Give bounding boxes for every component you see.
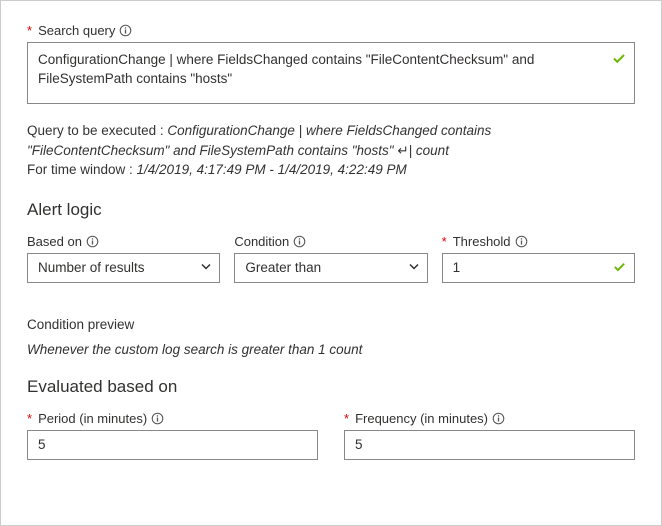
frequency-input[interactable] <box>344 430 635 460</box>
period-label-text: Period (in minutes) <box>38 411 147 426</box>
time-window-prefix: For time window : <box>27 162 137 177</box>
threshold-label: * Threshold <box>442 234 635 249</box>
condition-label: Condition <box>234 234 427 249</box>
evaluated-row: * Period (in minutes) * Frequency (in mi… <box>27 411 635 460</box>
condition-preview-label: Condition preview <box>27 317 635 332</box>
time-window-value: 1/4/2019, 4:17:49 PM - 1/4/2019, 4:22:49… <box>137 162 407 177</box>
search-query-label: * Search query <box>27 23 635 38</box>
frequency-label-text: Frequency (in minutes) <box>355 411 488 426</box>
required-asterisk: * <box>27 411 32 426</box>
checkmark-icon <box>611 50 627 69</box>
search-query-label-text: Search query <box>38 23 115 38</box>
alert-logic-heading: Alert logic <box>27 200 635 220</box>
based-on-select[interactable]: Number of results <box>27 253 220 283</box>
threshold-label-text: Threshold <box>453 234 511 249</box>
search-query-field-wrap: ConfigurationChange | where FieldsChange… <box>27 42 635 107</box>
required-asterisk: * <box>27 23 32 38</box>
threshold-input[interactable] <box>442 253 635 283</box>
query-preview-prefix: Query to be executed : <box>27 123 167 138</box>
query-execution-preview: Query to be executed : ConfigurationChan… <box>27 121 635 180</box>
query-preview-count: | count <box>409 143 449 158</box>
info-icon[interactable] <box>119 24 132 37</box>
info-icon[interactable] <box>86 235 99 248</box>
info-icon[interactable] <box>515 235 528 248</box>
info-icon[interactable] <box>492 412 505 425</box>
evaluated-heading: Evaluated based on <box>27 377 635 397</box>
required-asterisk: * <box>442 234 447 249</box>
based-on-label-text: Based on <box>27 234 82 249</box>
period-label: * Period (in minutes) <box>27 411 318 426</box>
checkmark-icon <box>612 259 627 277</box>
based-on-label: Based on <box>27 234 220 249</box>
condition-label-text: Condition <box>234 234 289 249</box>
condition-select[interactable]: Greater than <box>234 253 427 283</box>
frequency-label: * Frequency (in minutes) <box>344 411 635 426</box>
period-input[interactable] <box>27 430 318 460</box>
info-icon[interactable] <box>293 235 306 248</box>
search-query-input[interactable]: ConfigurationChange | where FieldsChange… <box>27 42 635 104</box>
info-icon[interactable] <box>151 412 164 425</box>
required-asterisk: * <box>344 411 349 426</box>
alert-rule-config-panel: * Search query ConfigurationChange | whe… <box>0 0 662 526</box>
alert-logic-row: Based on Number of results Condition <box>27 234 635 283</box>
condition-preview-text: Whenever the custom log search is greate… <box>27 342 635 357</box>
return-icon: ↵ <box>397 143 408 158</box>
